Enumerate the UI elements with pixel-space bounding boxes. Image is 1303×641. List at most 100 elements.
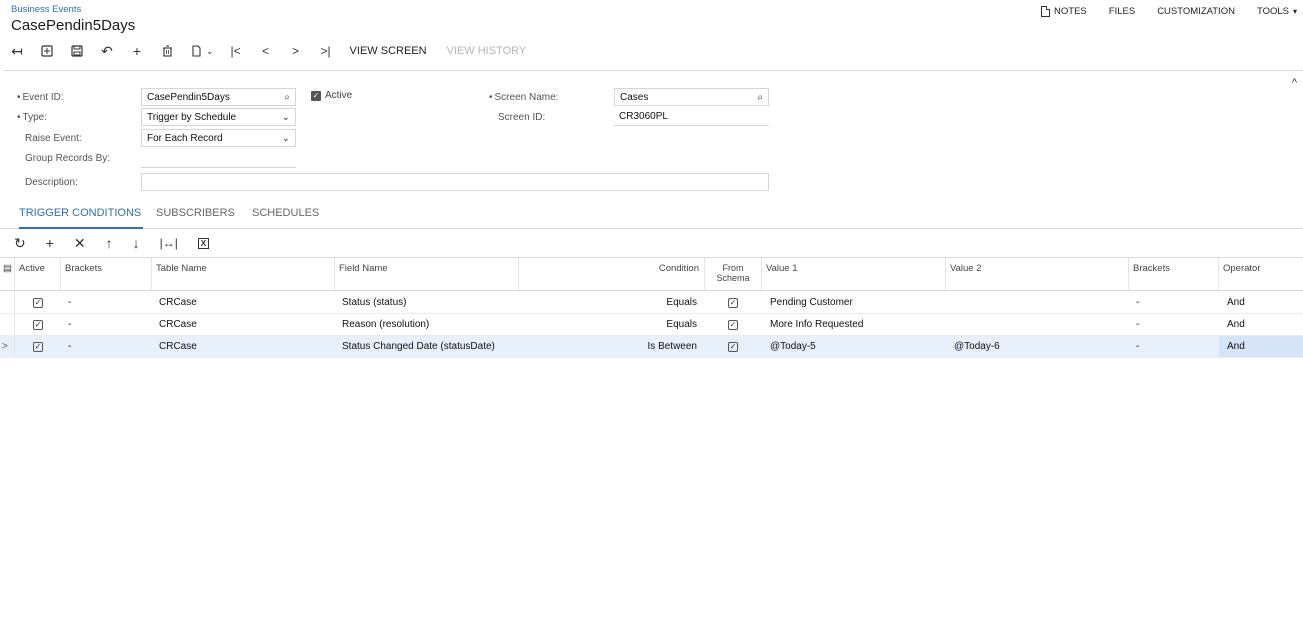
cell-operator[interactable]: And xyxy=(1219,336,1303,357)
cell-condition[interactable]: Equals xyxy=(519,314,697,335)
raise-event-select[interactable]: For Each Record ⌄ xyxy=(141,129,296,147)
collapse-icon[interactable]: ^ xyxy=(1292,77,1297,89)
refresh-button[interactable]: ↻ xyxy=(14,235,26,252)
copy-paste-button[interactable]: ⌄ xyxy=(191,41,214,61)
cell-from-schema[interactable]: ✓ xyxy=(728,292,738,313)
view-screen-button[interactable]: VIEW SCREEN xyxy=(350,45,427,57)
cell-condition[interactable]: Equals xyxy=(519,292,697,313)
header-value2[interactable]: Value 2 xyxy=(946,258,1129,292)
last-icon: >| xyxy=(320,44,331,58)
files-label: FILES xyxy=(1108,6,1136,17)
tab-trigger-conditions[interactable]: TRIGGER CONDITIONS xyxy=(19,207,143,229)
move-down-button[interactable]: ↓ xyxy=(133,235,140,251)
fit-columns-button[interactable]: |↔| xyxy=(160,236,178,250)
checkbox-checked-icon: ✓ xyxy=(311,90,321,101)
breadcrumb[interactable]: Business Events xyxy=(11,4,81,15)
cell-table-name[interactable]: CRCase xyxy=(159,336,197,357)
export-excel-button[interactable]: X xyxy=(197,237,209,249)
type-select[interactable]: Trigger by Schedule ⌄ xyxy=(141,108,296,126)
tab-subscribers[interactable]: SUBSCRIBERS xyxy=(156,207,235,229)
description-label: Description: xyxy=(25,177,78,188)
delete-button[interactable] xyxy=(161,41,173,61)
next-record-button[interactable]: > xyxy=(290,41,302,61)
trash-icon xyxy=(162,45,172,57)
undo-icon: ↶ xyxy=(101,42,113,59)
tools-menu[interactable]: TOOLS ▾ xyxy=(1257,6,1297,17)
move-up-button[interactable]: ↑ xyxy=(106,235,113,251)
chevron-left-icon: < xyxy=(262,44,270,58)
tools-label: TOOLS xyxy=(1256,6,1289,17)
header: Business Events CasePendin5Days NOTES FI… xyxy=(0,0,1303,66)
save-button[interactable] xyxy=(71,41,83,61)
cell-condition[interactable]: Is Between xyxy=(519,336,697,357)
cell-brackets-open[interactable]: - xyxy=(68,336,71,357)
cancel-button[interactable]: ↶ xyxy=(101,41,113,61)
group-records-field[interactable] xyxy=(141,150,296,168)
back-button[interactable]: ↤ xyxy=(11,41,23,61)
fit-width-icon: |↔| xyxy=(159,236,178,250)
cell-brackets-open[interactable]: - xyxy=(68,314,71,335)
add-button[interactable]: + xyxy=(131,41,143,61)
description-input[interactable] xyxy=(141,173,769,191)
table-row[interactable]: ✓ - CRCase Reason (resolution) Equals ✓ … xyxy=(0,314,1303,336)
cell-value1[interactable]: @Today-5 xyxy=(770,336,816,357)
header-operator[interactable]: Operator xyxy=(1219,258,1303,292)
active-checkbox[interactable]: ✓ Active xyxy=(311,90,352,101)
last-record-button[interactable]: >| xyxy=(320,41,332,61)
cell-table-name[interactable]: CRCase xyxy=(159,314,197,335)
header-table-name[interactable]: Table Name xyxy=(152,258,335,292)
header-from-schema[interactable]: From Schema xyxy=(705,258,762,292)
tab-schedules[interactable]: SCHEDULES xyxy=(252,207,319,229)
row-active-checkbox[interactable]: ✓ xyxy=(33,336,43,357)
cell-field-name[interactable]: Status (status) xyxy=(342,292,406,313)
row-active-checkbox[interactable]: ✓ xyxy=(33,292,43,313)
column-settings-icon[interactable]: ▤ xyxy=(0,258,15,292)
chevron-down-icon: ⌄ xyxy=(281,111,290,123)
cell-operator[interactable]: And xyxy=(1227,314,1245,335)
group-records-label: Group Records By: xyxy=(25,153,111,164)
event-id-field[interactable]: CasePendin5Days ⌕ xyxy=(141,88,296,106)
save-and-close-button[interactable] xyxy=(41,41,53,61)
notes-label: NOTES xyxy=(1054,6,1087,17)
search-icon[interactable]: ⌕ xyxy=(757,92,763,103)
row-active-checkbox[interactable]: ✓ xyxy=(33,314,43,335)
files-link[interactable]: FILES xyxy=(1109,6,1135,17)
header-value1[interactable]: Value 1 xyxy=(762,258,946,292)
raise-event-label: Raise Event: xyxy=(25,133,82,144)
cell-value2[interactable]: @Today-6 xyxy=(954,336,1000,357)
cell-brackets-open[interactable]: - xyxy=(68,292,71,313)
header-condition[interactable]: Condition xyxy=(519,258,705,292)
caret-down-icon: ▾ xyxy=(1292,7,1297,16)
cell-brackets-close[interactable]: - xyxy=(1136,292,1139,313)
first-record-button[interactable]: |< xyxy=(230,41,242,61)
cell-from-schema[interactable]: ✓ xyxy=(728,336,738,357)
cell-brackets-close[interactable]: - xyxy=(1136,336,1139,357)
cell-field-name[interactable]: Status Changed Date (statusDate) xyxy=(342,336,495,357)
header-from-schema-line1: From xyxy=(722,263,744,273)
screen-name-field[interactable]: Cases ⌕ xyxy=(614,88,769,106)
arrow-up-icon: ↑ xyxy=(105,235,113,251)
header-brackets-open[interactable]: Brackets xyxy=(61,258,152,292)
notes-link[interactable]: NOTES xyxy=(1041,6,1087,17)
header-field-name[interactable]: Field Name xyxy=(335,258,519,292)
cell-value1[interactable]: Pending Customer xyxy=(770,292,853,313)
customization-link[interactable]: CUSTOMIZATION xyxy=(1157,6,1235,17)
row-divider xyxy=(14,292,15,313)
cell-operator[interactable]: And xyxy=(1227,292,1245,313)
cell-brackets-close[interactable]: - xyxy=(1136,314,1139,335)
cell-from-schema[interactable]: ✓ xyxy=(728,314,738,335)
cell-field-name[interactable]: Reason (resolution) xyxy=(342,314,429,335)
row-divider xyxy=(14,314,15,335)
header-brackets-close[interactable]: Brackets xyxy=(1129,258,1219,292)
cell-table-name[interactable]: CRCase xyxy=(159,292,197,313)
add-row-button[interactable]: + xyxy=(46,235,54,251)
delete-row-button[interactable]: ✕ xyxy=(74,235,86,252)
header-active[interactable]: Active xyxy=(15,258,61,292)
table-row[interactable]: ✓ - CRCase Status (status) Equals ✓ Pend… xyxy=(0,292,1303,314)
cell-value1[interactable]: More Info Requested xyxy=(770,314,863,335)
copy-icon xyxy=(192,45,201,57)
table-row-selected[interactable]: > ✓ - CRCase Status Changed Date (status… xyxy=(0,336,1303,358)
search-icon[interactable]: ⌕ xyxy=(284,92,290,103)
event-id-value: CasePendin5Days xyxy=(147,91,230,103)
previous-record-button[interactable]: < xyxy=(260,41,272,61)
